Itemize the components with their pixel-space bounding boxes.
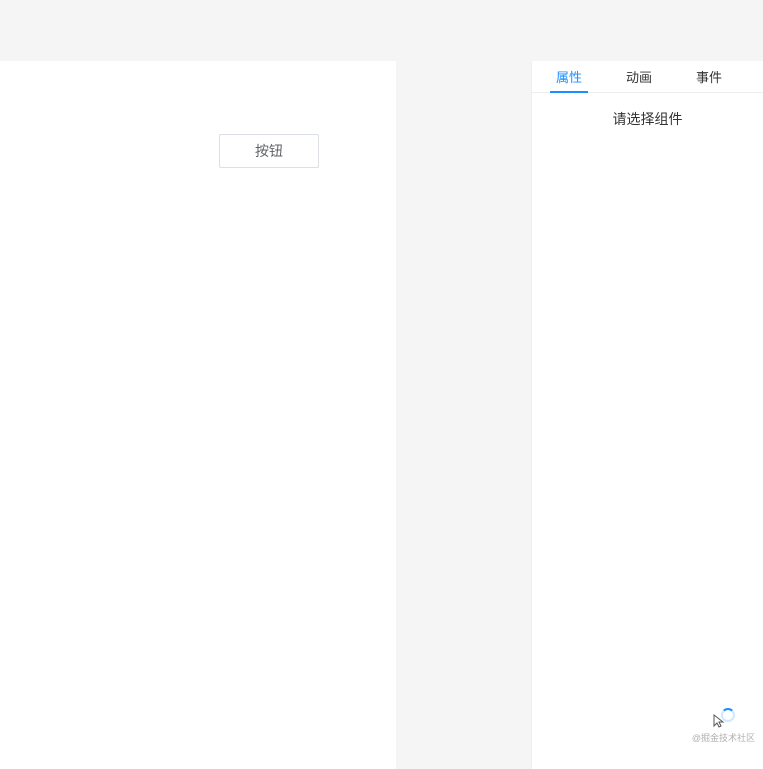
main-area: 按钮 属性 动画 事件 请选择组件 @掘金技术社区 — [0, 61, 763, 769]
tab-events[interactable]: 事件 — [680, 61, 738, 92]
tab-properties[interactable]: 属性 — [540, 61, 598, 92]
tab-label: 事件 — [696, 67, 722, 86]
canvas-area[interactable]: 按钮 — [0, 61, 396, 769]
cursor-icon — [712, 713, 728, 729]
canvas-gutter — [396, 61, 531, 769]
properties-panel: 属性 动画 事件 请选择组件 @掘金技术社区 — [531, 61, 763, 769]
placeholder-message: 请选择组件 — [532, 109, 763, 129]
panel-tabs: 属性 动画 事件 — [532, 61, 763, 93]
tab-label: 属性 — [556, 67, 582, 86]
button-label: 按钮 — [255, 141, 283, 161]
panel-content: 请选择组件 — [532, 93, 763, 769]
toolbar-area — [0, 0, 763, 61]
button-component[interactable]: 按钮 — [219, 134, 319, 168]
tab-label: 动画 — [626, 67, 652, 86]
watermark-text: @掘金技术社区 — [692, 731, 755, 744]
watermark: @掘金技术社区 — [692, 731, 755, 744]
tab-animation[interactable]: 动画 — [610, 61, 668, 92]
